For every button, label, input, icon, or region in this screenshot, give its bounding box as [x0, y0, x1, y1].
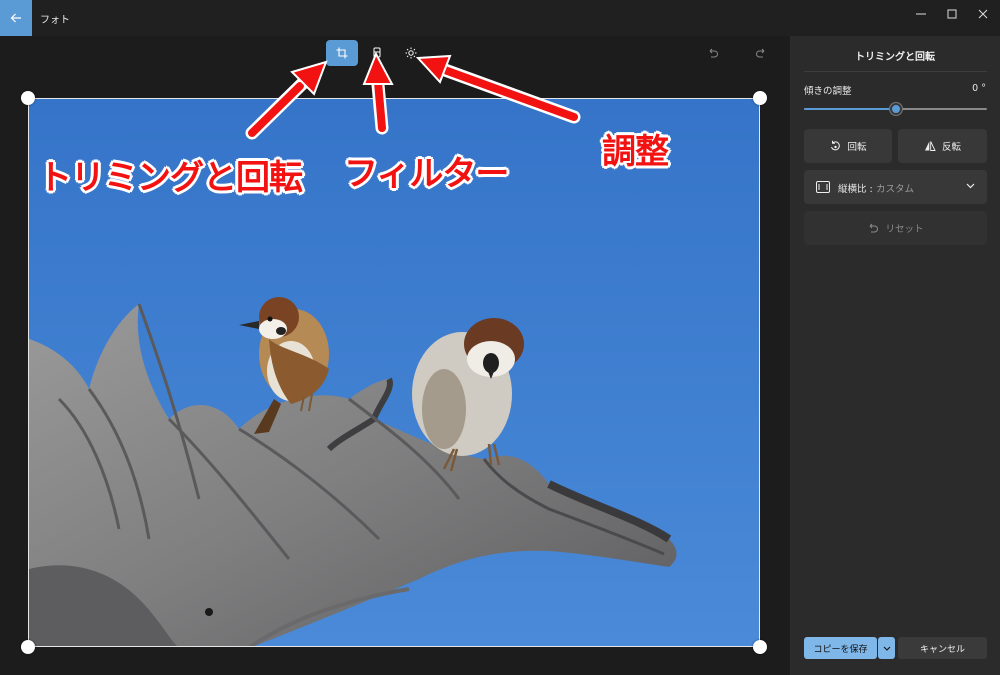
flip-label: 反転	[941, 142, 961, 153]
reset-icon	[870, 223, 879, 233]
crop-arrow	[248, 60, 328, 137]
flip-icon	[924, 141, 936, 151]
adjust-annotation-label: 調整	[602, 132, 669, 172]
rotate-button[interactable]: 回転	[804, 129, 892, 163]
aspect-ratio-label: 縦横比 :	[838, 184, 873, 195]
adjust-arrow	[415, 54, 578, 121]
save-copy-button[interactable]: コピーを保存	[804, 637, 877, 659]
chevron-down-icon	[883, 646, 890, 651]
tilt-slider-thumb[interactable]	[889, 103, 902, 115]
aspect-ratio-dropdown[interactable]: 縦横比 : カスタム	[804, 170, 987, 204]
rotate-label: 回転	[847, 142, 867, 153]
filter-annotation-label: フィルター	[344, 154, 509, 194]
panel-divider	[804, 71, 987, 72]
save-copy-label: コピーを保存	[813, 644, 868, 655]
tilt-value: 0 °	[972, 83, 986, 94]
tilt-label: 傾きの調整	[804, 86, 852, 97]
cancel-button[interactable]: キャンセル	[898, 637, 987, 659]
rotate-icon	[831, 140, 841, 151]
crop-rotate-panel: トリミングと回転 傾きの調整 0 ° 回転 反転 縦横比 : カスタム リセット…	[790, 36, 1000, 675]
panel-title: トリミングと回転	[855, 52, 935, 63]
save-options-dropdown[interactable]	[878, 637, 895, 659]
tilt-slider[interactable]	[804, 103, 987, 115]
crop-annotation-label: トリミングと回転	[38, 158, 303, 198]
filter-arrow	[362, 51, 394, 132]
reset-button[interactable]: リセット	[804, 211, 987, 245]
cancel-label: キャンセル	[919, 644, 965, 655]
aspect-ratio-value: カスタム	[876, 184, 915, 195]
chevron-down-icon	[966, 183, 975, 189]
aspect-ratio-icon	[816, 181, 830, 193]
reset-label: リセット	[885, 224, 924, 235]
flip-button[interactable]: 反転	[898, 129, 987, 163]
tilt-slider-fill	[804, 108, 896, 110]
